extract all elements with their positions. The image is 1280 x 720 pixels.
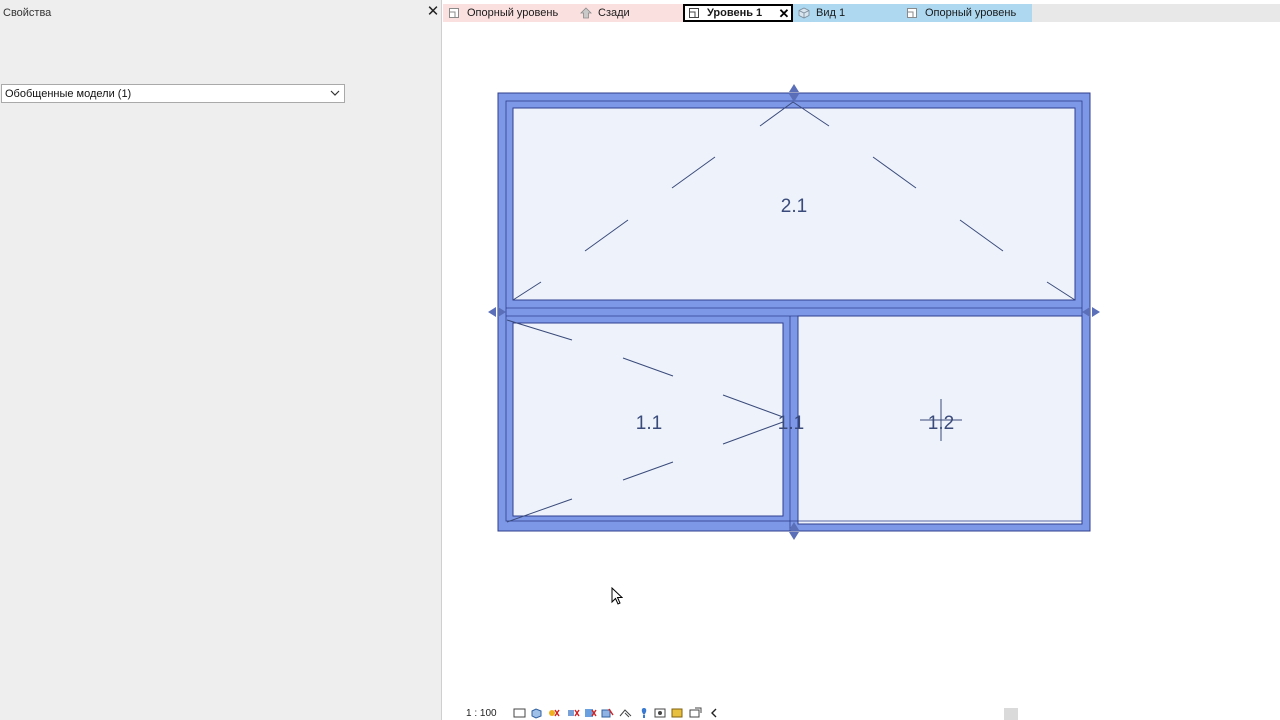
floor-plan-drawing: 2.1 1.1 1.1 1.2 [488, 84, 1100, 540]
visual-style-icon[interactable] [530, 707, 543, 719]
3d-view-icon [798, 7, 810, 19]
mouse-cursor-icon [611, 587, 623, 605]
properties-title: Свойства [3, 7, 52, 19]
tab-bar-empty-area [1032, 4, 1280, 22]
temporary-hide-icon[interactable] [654, 707, 667, 719]
close-tab-icon[interactable]: ✕ [777, 7, 791, 21]
tab-reference-level-2[interactable]: Опорный уровень [901, 4, 1032, 22]
collapse-icon[interactable] [708, 707, 721, 719]
crop-view-icon[interactable] [601, 707, 614, 719]
tab-label: Сзади [598, 7, 630, 19]
floor-plan-icon [449, 8, 459, 18]
room-tag-1-1-wall[interactable]: 1.1 [778, 413, 804, 434]
tab-view-1[interactable]: Вид 1 [793, 4, 901, 22]
floor-plan-icon [689, 8, 699, 18]
tab-label: Вид 1 [816, 7, 846, 19]
sun-path-icon[interactable] [547, 707, 560, 719]
close-icon[interactable]: ✕ [426, 4, 440, 20]
room-tag-1-1[interactable]: 1.1 [636, 413, 662, 434]
revit-window: Свойства ✕ Обобщенные модели (1) Опорный… [0, 0, 1280, 720]
chevron-down-icon[interactable] [329, 87, 341, 99]
tab-label: Уровень 1 [707, 7, 763, 19]
lock-3d-icon[interactable] [638, 707, 651, 719]
type-selector[interactable]: Обобщенные модели (1) [1, 84, 345, 103]
render-icon[interactable] [584, 707, 597, 719]
view-tab-bar: Опорный уровень Сзади Уровень 1 ✕ Вид 1 [443, 4, 1280, 22]
room-tag-2-1[interactable]: 2.1 [781, 196, 807, 217]
view-scale[interactable]: 1 : 100 [466, 708, 497, 719]
drawing-canvas[interactable]: 2.1 1.1 1.1 1.2 [443, 22, 1280, 706]
detail-level-icon[interactable] [513, 707, 526, 719]
crop-region-icon[interactable] [619, 707, 632, 719]
tab-rear-elevation[interactable]: Сзади [570, 4, 683, 22]
reveal-hidden-icon[interactable] [671, 707, 684, 719]
tab-label: Опорный уровень [925, 7, 1017, 19]
view-control-bar: 1 : 100 [443, 706, 1280, 720]
room-tag-1-2[interactable]: 1.2 [928, 413, 954, 434]
type-selector-value: Обобщенные модели (1) [5, 88, 132, 100]
floor-plan-icon [907, 8, 917, 18]
tab-reference-level-1[interactable]: Опорный уровень [443, 4, 570, 22]
properties-panel: Свойства ✕ Обобщенные модели (1) [0, 0, 442, 720]
elevation-icon [580, 7, 592, 19]
shadows-icon[interactable] [567, 707, 580, 719]
tab-level-1[interactable]: Уровень 1 ✕ [683, 4, 793, 22]
tab-label: Опорный уровень [467, 7, 559, 19]
horizontal-scrollbar-thumb[interactable] [1004, 708, 1018, 720]
temporary-view-properties-icon[interactable] [689, 707, 702, 719]
